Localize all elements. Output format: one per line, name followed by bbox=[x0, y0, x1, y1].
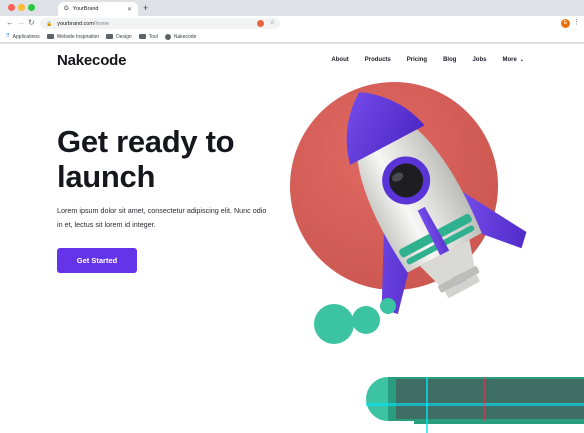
address-bar[interactable]: 🔒 yourbrand.com /home ☆ bbox=[40, 18, 280, 29]
profile-avatar[interactable]: E bbox=[561, 19, 570, 28]
url-host: yourbrand.com bbox=[57, 20, 94, 27]
url-path: /home bbox=[93, 20, 110, 27]
reload-icon[interactable]: ↻ bbox=[28, 18, 35, 28]
rendering-artifact bbox=[366, 377, 584, 433]
lock-icon: 🔒 bbox=[46, 20, 53, 27]
maximize-window-button[interactable] bbox=[28, 4, 35, 11]
extension-icon[interactable] bbox=[257, 20, 264, 27]
tab-title: YourBrand bbox=[72, 6, 99, 12]
folder-icon bbox=[106, 34, 114, 39]
minimize-window-button[interactable] bbox=[18, 4, 25, 11]
web-page: Nakecode About Products Pricing Blog Job… bbox=[0, 44, 584, 433]
bookmark-star-icon[interactable]: ☆ bbox=[270, 19, 275, 28]
browser-chrome: G YourBrand ✕ + ← → ↻ 🔒 yourbrand.com /h… bbox=[0, 0, 584, 44]
bookmark-label: Website Inspiration bbox=[56, 33, 100, 40]
exhaust-puff-small bbox=[352, 306, 380, 334]
bookmark-applications[interactable]: ⠿ Applications bbox=[6, 34, 40, 40]
bookmark-label: Design bbox=[116, 33, 132, 40]
folder-icon bbox=[138, 34, 146, 39]
bookmarks-bar: ⠿ Applications Website Inspiration Design… bbox=[0, 31, 584, 43]
rocket-illustration bbox=[290, 82, 527, 344]
get-started-button[interactable]: Get Started bbox=[57, 248, 137, 273]
bookmark-design[interactable]: Design bbox=[106, 34, 132, 40]
back-arrow-icon[interactable]: ← bbox=[6, 18, 14, 28]
bookmark-label: Applications bbox=[12, 33, 40, 40]
hero-description: Lorem ipsum dolor sit amet, consectetur … bbox=[57, 206, 267, 229]
exhaust-puff-large bbox=[314, 304, 354, 344]
bookmark-label: Nakecode bbox=[173, 33, 197, 40]
new-tab-button[interactable]: + bbox=[143, 3, 148, 13]
bookmark-tool[interactable]: Tool bbox=[138, 33, 158, 40]
site-logo[interactable]: Nakecode bbox=[57, 52, 126, 69]
folder-icon bbox=[46, 34, 54, 39]
bookmark-label: Tool bbox=[148, 33, 158, 40]
forward-arrow-icon[interactable]: → bbox=[17, 18, 25, 28]
globe-icon bbox=[164, 33, 171, 40]
close-window-button[interactable] bbox=[8, 4, 15, 11]
bookmark-website-inspiration[interactable]: Website Inspiration bbox=[46, 33, 100, 40]
browser-toolbar: ← → ↻ 🔒 yourbrand.com /home ☆ E ⋮ bbox=[0, 16, 584, 31]
menu-kebab-icon[interactable]: ⋮ bbox=[573, 18, 580, 28]
bookmark-nakecode[interactable]: Nakecode bbox=[164, 33, 197, 40]
close-icon[interactable]: ✕ bbox=[127, 6, 132, 13]
apps-icon: ⠿ bbox=[6, 33, 10, 39]
browser-tab[interactable]: G YourBrand ✕ bbox=[58, 2, 138, 16]
hero-title: Get ready to launch bbox=[57, 124, 235, 194]
tab-strip: G YourBrand ✕ + bbox=[0, 0, 584, 16]
google-icon: G bbox=[64, 6, 69, 12]
